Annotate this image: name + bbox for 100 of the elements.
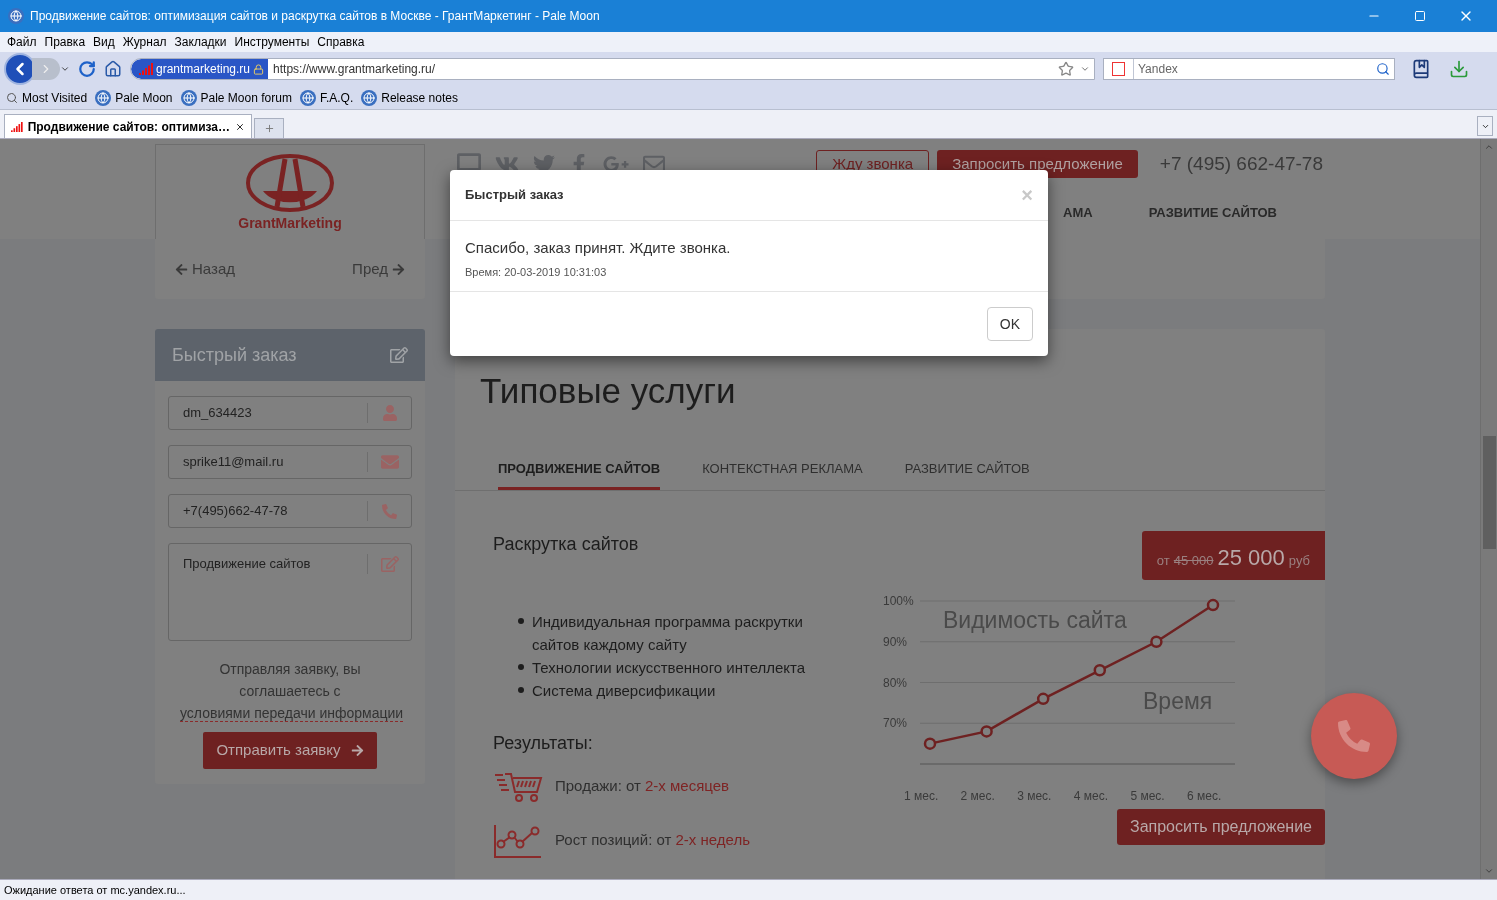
section-title: Типовые услуги [479,370,737,412]
field-value: +7(495)662-47-78 [182,502,289,521]
modal-message: Спасибо, заказ принят. Ждите звонка. [465,238,732,258]
signal-icon [139,63,153,75]
field-value: Продвижение сайтов [182,555,312,573]
new-price: 25 000 [1217,543,1285,572]
right-arrow-icon [392,262,405,276]
logo-text: GrantMarketing [238,213,342,233]
y-tick-label: 90% [883,634,908,649]
service-tab[interactable]: РАЗВИТИЕ САЙТОВ [904,459,1030,490]
bookmark-link[interactable]: Pale Moon forum [200,88,292,107]
menu-item[interactable]: Вид [89,33,119,51]
data-point [980,724,993,738]
bookmark-link[interactable]: F.A.Q. [319,88,354,107]
price-currency: руб [1288,551,1310,570]
field-value: sprike11@mail.ru [182,453,285,472]
phone-number[interactable]: +7 (495) 662-47-78 [1159,149,1323,179]
call-button[interactable] [1311,693,1397,779]
bookmark-link[interactable]: Release notes [381,88,458,107]
bullet-icon [518,686,524,693]
scrollbar-thumb[interactable] [1482,436,1496,549]
menu-item[interactable]: Закладки [170,33,231,51]
plus-icon [263,123,275,134]
scrollbar[interactable] [1480,139,1497,879]
data-point [1093,663,1107,677]
reload-icon[interactable] [78,60,96,78]
y-tick-label: 80% [883,675,908,689]
menu-item[interactable]: Журнал [118,33,171,51]
results-title: Результаты: [493,731,594,755]
old-price: 45 000 [1173,551,1214,570]
maximize-icon [1414,10,1426,22]
bullet-icon [518,617,524,624]
search-icon[interactable] [1376,62,1390,76]
user-icon [381,405,398,421]
site-identity-badge[interactable]: grantmarketing.ru [131,59,269,79]
next-link[interactable]: Пред [352,257,405,281]
menu-item[interactable]: Инструменты [230,33,314,51]
search-field[interactable]: Yandex [1103,58,1395,80]
data-point [1150,635,1163,648]
request-button[interactable]: Запросить предложение [1116,808,1325,845]
x-tick-label: 5 мес. [1130,788,1165,803]
globe-icon [361,89,378,106]
data-point [1036,692,1050,705]
y-tick-label: 100% [883,593,914,608]
bookmark-link[interactable]: Most Visited [22,88,88,107]
home-icon[interactable] [104,60,122,78]
data-point [1206,598,1220,611]
history-dropdown-icon[interactable] [60,64,70,74]
y-tick-label: 70% [883,715,908,730]
growth-chart-icon [493,822,543,859]
favicon-icon [11,120,23,133]
bookmark-link[interactable]: Pale Moon [115,88,173,107]
menu-item[interactable]: Справка [313,33,369,51]
bullet-icon [518,663,524,670]
submit-button[interactable]: Отправить заявку [203,732,377,769]
service-tab[interactable]: ПРОДВИЖЕНИЕ САЙТОВ [498,459,661,490]
menu-item[interactable]: Правка [40,33,90,51]
modal-title: Быстрый заказ [465,186,564,205]
menu-item[interactable]: Файл [3,33,41,51]
x-tick-label: 6 мес. [1187,788,1222,803]
left-arrow-icon [175,262,188,276]
x-tick-label: 2 мес. [960,788,995,803]
order-time: Время: 20-03-2019 10:31:03 [465,264,608,280]
envelope-icon [380,453,399,471]
price-prefix: от [1156,551,1170,570]
x-tick-label: 1 мес. [904,788,939,803]
site-identity: grantmarketing.ru [156,61,251,78]
result-text: Рост позиций: от 2-х недель [555,830,750,851]
tab-title: Продвижение сайтов: оптимиза… [27,118,230,136]
prev-link[interactable]: Назад [175,257,235,281]
new-tab-button[interactable] [254,118,284,138]
download-icon[interactable] [1449,59,1469,79]
status-text: Ожидание ответа от mc.yandex.ru... [4,882,186,898]
nav-item[interactable]: РАЗВИТИЕ САЙТОВ [1148,203,1277,223]
nav-item[interactable]: АМА [1063,203,1093,223]
lock-icon [253,63,265,75]
edit-icon [390,346,408,364]
address-field[interactable]: grantmarketing.ru https://www.grantmarketing.ru/ [130,58,1095,80]
bookmarks-icon[interactable] [1411,59,1431,79]
message-field[interactable]: Продвижение сайтов [168,543,412,641]
window-title: Продвижение сайтов: оптимизация сайтов и раскрутка сайтов в Москве - ГрантМаркетинг - Pale Moon [30,8,600,25]
input-field[interactable]: +7(495)662-47-78 [168,494,412,528]
input-field[interactable]: dm_634423 [168,396,412,430]
field-value: dm_634423 [182,404,253,423]
search-input[interactable]: Yandex [1134,60,1376,78]
ok-button[interactable]: OK [986,307,1033,341]
globe-icon [8,8,24,24]
url-text: https://www.grantmarketing.ru/ [273,61,436,78]
service-tab[interactable]: КОНТЕКСТНАЯ РЕКЛАМА [702,459,863,490]
cart-icon [493,770,543,803]
right-arrow-icon [350,744,364,757]
terms-link[interactable]: условиями передачи информации [180,705,404,722]
browser-tab[interactable]: Продвижение сайтов: оптимиза… [4,114,252,138]
bullet-text: Индивидуальная программа раскрутки сайтов каждому сайту [532,611,804,655]
card-title: Быстрый заказ [172,343,297,367]
input-field[interactable]: sprike11@mail.ru [168,445,412,479]
bookmark-star-icon[interactable] [1058,61,1074,77]
consent-text: Отправляя заявку, вы соглашаетесь с условиями передачи информации [179,660,405,724]
url-dropdown-icon[interactable] [1080,64,1090,74]
item-title: Раскрутка сайтов [493,532,640,556]
